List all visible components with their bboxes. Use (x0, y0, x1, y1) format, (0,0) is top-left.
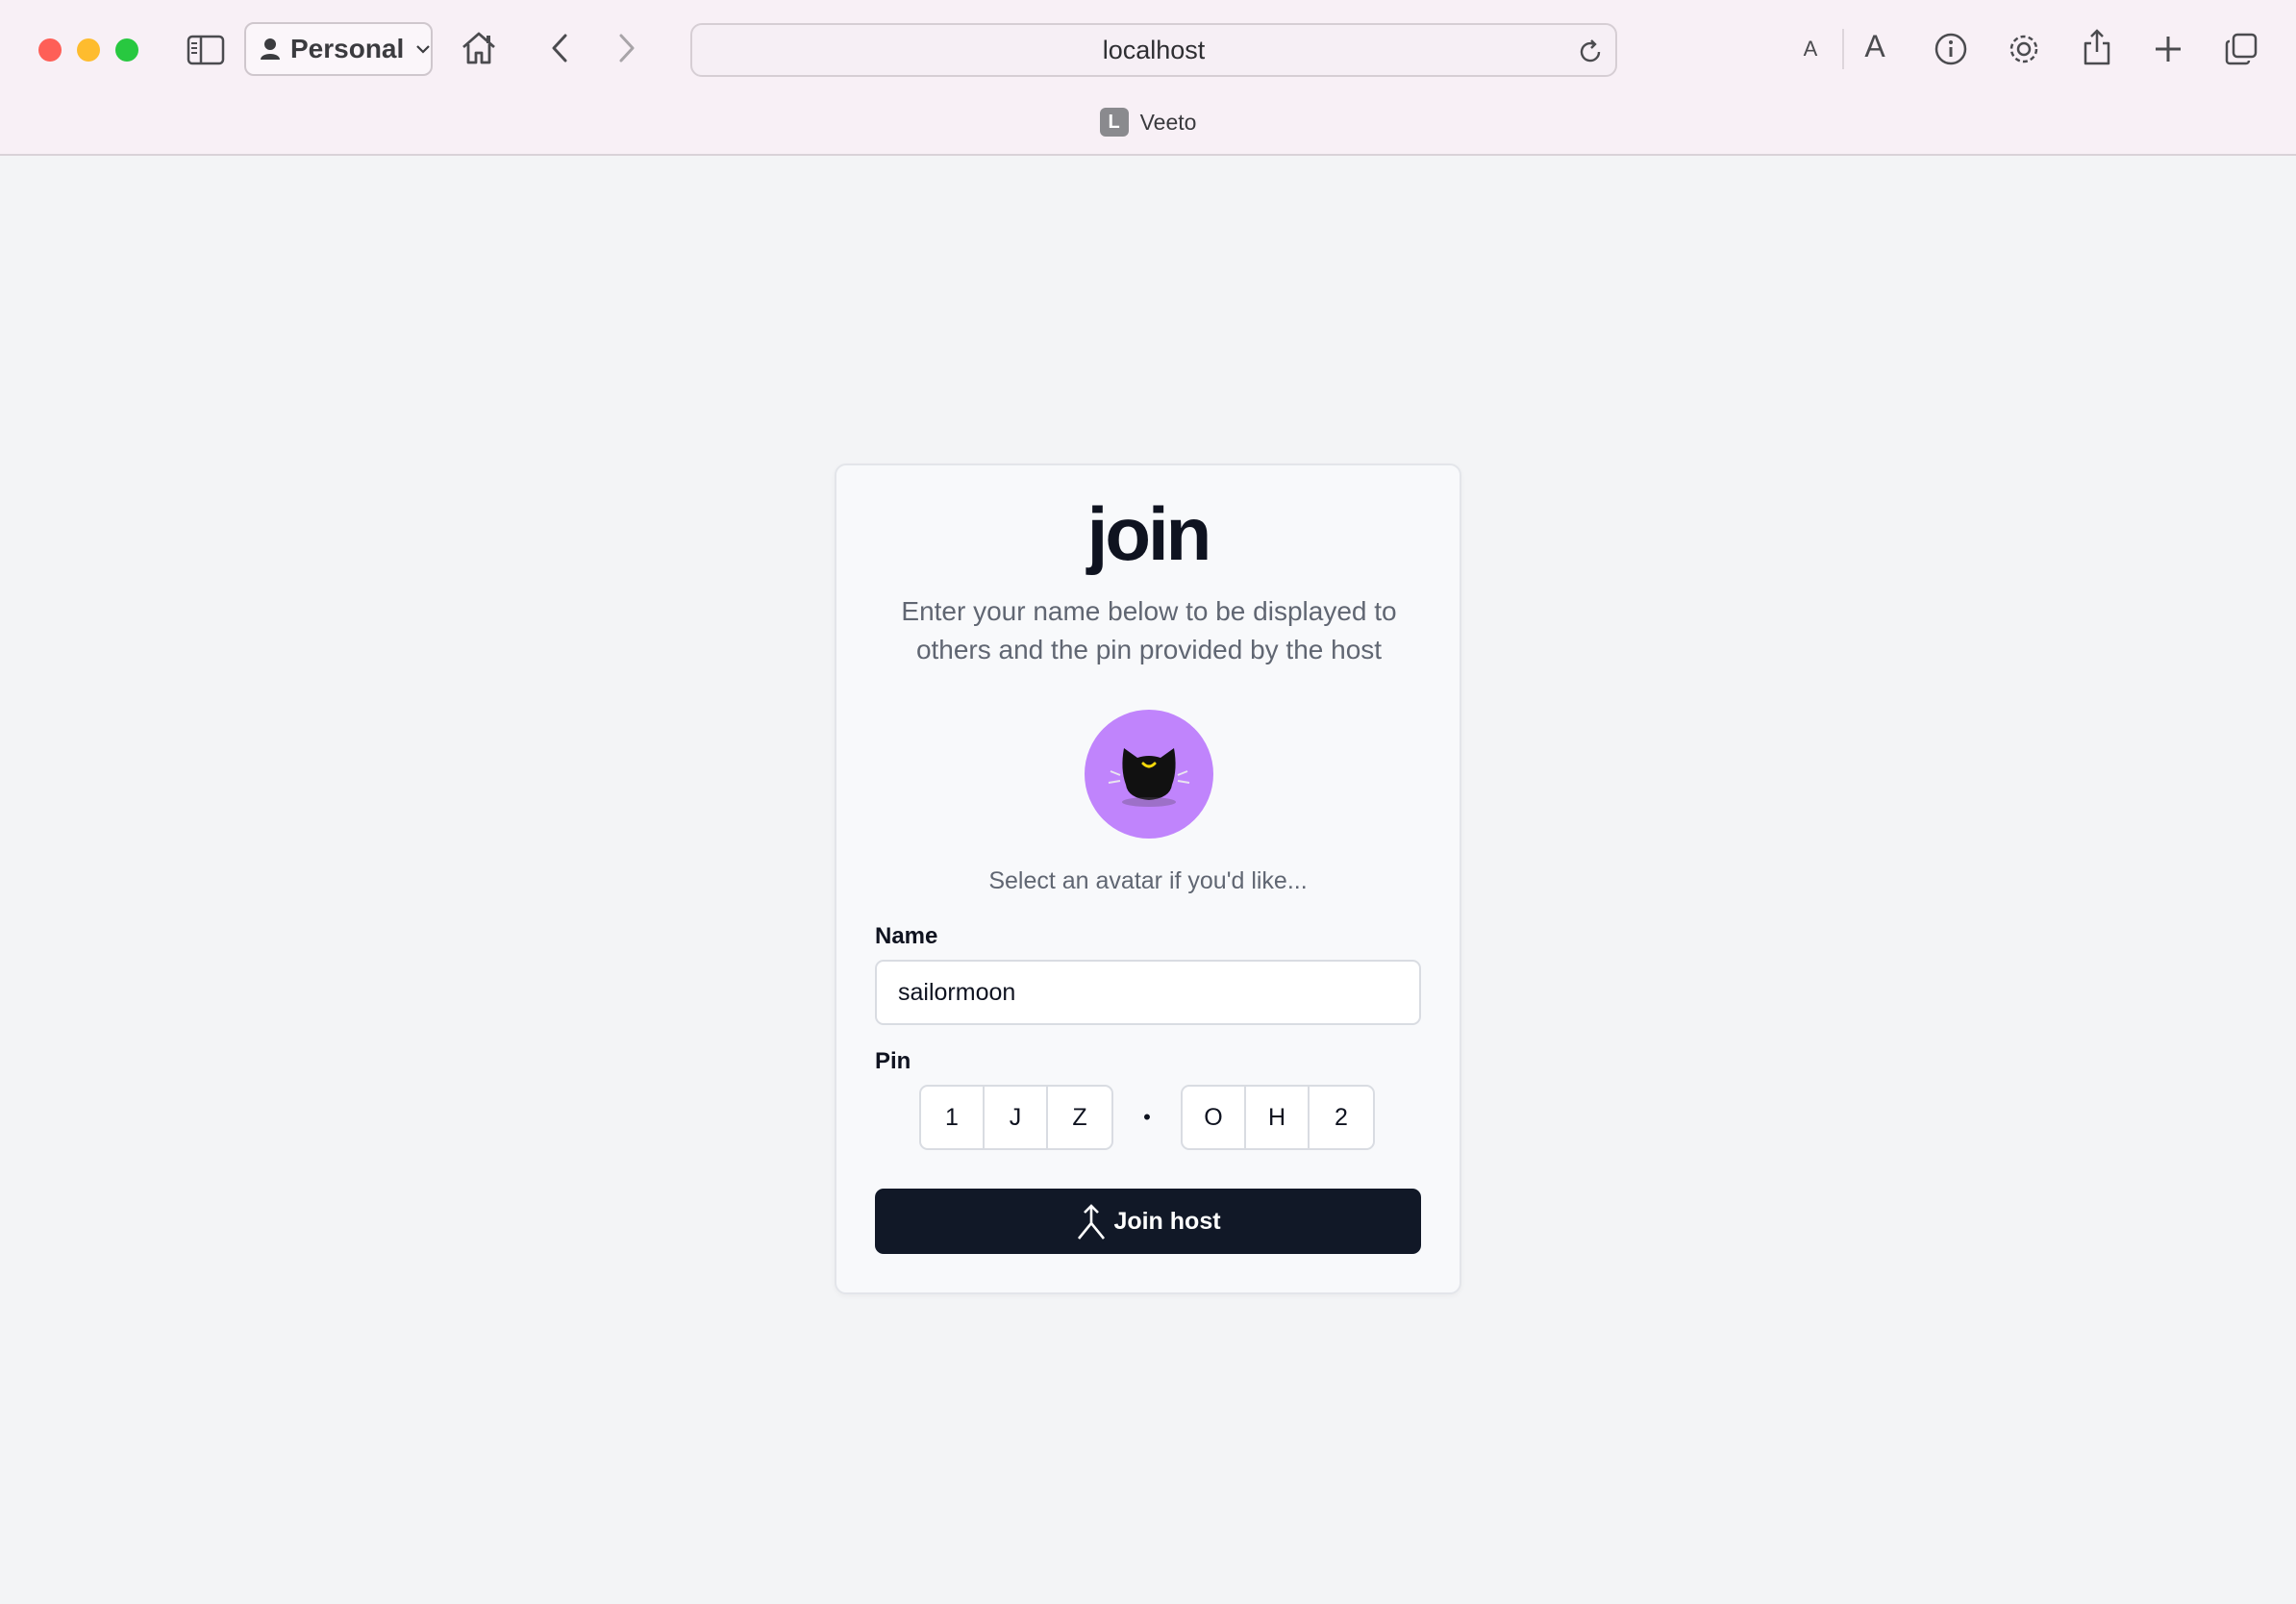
profile-selector[interactable]: Personal (244, 22, 433, 76)
gear-icon[interactable] (2004, 29, 2044, 69)
tabs-overview-icon[interactable] (2221, 29, 2261, 69)
home-icon[interactable] (456, 25, 502, 71)
decrease-font-button[interactable]: A (1794, 33, 1827, 65)
font-large-label: A (1864, 28, 1885, 63)
name-input[interactable] (875, 960, 1421, 1025)
pin-input: 1 J Z • O H 2 (919, 1085, 1375, 1150)
pin-label: Pin (875, 1048, 911, 1074)
sidebar-icon[interactable] (185, 29, 227, 71)
browser-toolbar: Personal localhost A A L Veeto (0, 0, 2296, 156)
toolbar-divider (1842, 29, 1844, 69)
pin-digit-2[interactable]: J (985, 1087, 1048, 1148)
forward-icon[interactable] (608, 29, 646, 67)
page-title: join (1086, 491, 1212, 576)
join-host-button[interactable]: Join host (875, 1189, 1421, 1254)
join-host-label: Join host (1113, 1207, 1221, 1235)
back-icon[interactable] (540, 29, 579, 67)
address-bar[interactable]: localhost (690, 23, 1617, 77)
active-tab[interactable]: L Veeto (0, 108, 2296, 137)
black-cat-avatar-icon (1103, 731, 1195, 817)
info-icon[interactable] (1931, 29, 1971, 69)
tab-title: Veeto (1139, 109, 1197, 135)
reload-icon[interactable] (1575, 37, 1606, 74)
chevron-down-icon (415, 44, 431, 54)
pin-group-first: 1 J Z (919, 1085, 1113, 1150)
profile-label: Personal (290, 34, 405, 63)
pin-digit-1[interactable]: 1 (921, 1087, 985, 1148)
fullscreen-window-button[interactable] (115, 38, 138, 62)
pin-digit-6[interactable]: 2 (1310, 1087, 1373, 1148)
font-small-label: A (1803, 37, 1818, 61)
tab-favicon: L (1099, 108, 1129, 137)
pin-digit-4[interactable]: O (1183, 1087, 1246, 1148)
pin-digit-5[interactable]: H (1246, 1087, 1310, 1148)
browser-window: Personal localhost A A L Veeto join Ente… (0, 0, 2296, 1604)
close-window-button[interactable] (38, 38, 62, 62)
increase-font-button[interactable]: A (1856, 27, 1894, 65)
share-icon[interactable] (2077, 25, 2117, 69)
name-label: Name (875, 923, 938, 949)
minimize-window-button[interactable] (77, 38, 100, 62)
person-icon (260, 38, 281, 61)
address-text: localhost (1102, 35, 1206, 64)
pin-digit-3[interactable]: Z (1048, 1087, 1111, 1148)
pin-group-second: O H 2 (1181, 1085, 1375, 1150)
avatar-hint: Select an avatar if you'd like... (988, 867, 1308, 894)
avatar-selector[interactable] (1085, 710, 1213, 839)
merge-arrow-icon (1075, 1202, 1108, 1241)
page-subtitle: Enter your name below to be displayed to… (901, 596, 1397, 664)
pin-separator: • (1143, 1105, 1151, 1129)
plus-icon[interactable] (2148, 29, 2188, 69)
join-card: join Enter your name below to be display… (835, 464, 1461, 1294)
